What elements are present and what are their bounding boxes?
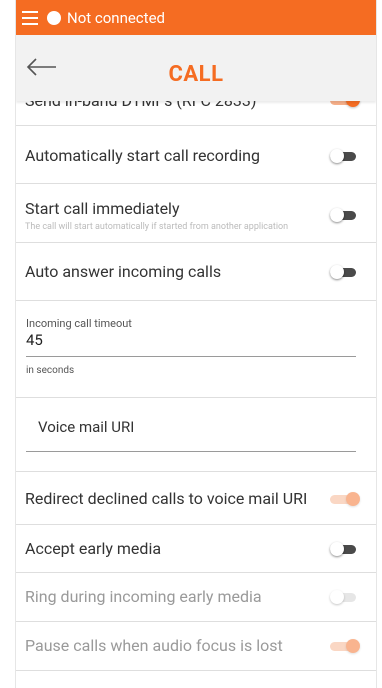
setting-early-media-label: Accept early media — [25, 539, 162, 558]
pause-focus-toggle[interactable] — [330, 639, 360, 653]
setting-auto-answer[interactable]: Auto answer incoming calls — [16, 243, 376, 301]
toolbar: CALL — [16, 35, 376, 101]
setting-early-media[interactable]: Accept early media — [16, 525, 376, 573]
setting-start-immediately-label: Start call immediately — [25, 199, 180, 218]
setting-dtmf[interactable]: Send in-band DTMFs (RFC 2833) — [16, 91, 376, 126]
setting-pause-focus-label: Pause calls when audio focus is lost — [25, 636, 283, 655]
setting-start-immediately-sub: The call will start automatically if sta… — [25, 222, 289, 232]
app-frame: Not connected CALL Send in-band DTMFs (R… — [15, 0, 377, 688]
setting-auto-answer-label: Auto answer incoming calls — [25, 262, 222, 281]
timeout-hint: in seconds — [26, 365, 75, 376]
auto-record-toggle[interactable] — [330, 149, 358, 163]
connection-status-icon — [47, 10, 61, 25]
connection-status-text: Not connected — [67, 8, 165, 27]
ring-early-toggle[interactable] — [330, 590, 358, 604]
setting-ring-early-label: Ring during incoming early media — [25, 587, 262, 606]
setting-redirect-label: Redirect declined calls to voice mail UR… — [25, 489, 308, 508]
settings-list: Send in-band DTMFs (RFC 2833) Automatica… — [16, 91, 376, 671]
timeout-field-label: Incoming call timeout — [26, 317, 132, 330]
page-title: CALL — [168, 62, 224, 87]
setting-redirect[interactable]: Redirect declined calls to voice mail UR… — [16, 472, 376, 525]
voicemail-underline — [26, 451, 356, 452]
setting-ring-early[interactable]: Ring during incoming early media — [16, 573, 376, 622]
voicemail-input[interactable]: Voice mail URI — [38, 418, 134, 436]
setting-pause-focus[interactable]: Pause calls when audio focus is lost — [16, 622, 376, 671]
timeout-underline — [26, 356, 356, 357]
redirect-toggle[interactable] — [330, 492, 360, 506]
early-media-toggle[interactable] — [330, 542, 358, 556]
incoming-timeout-block: Incoming call timeout 45 in seconds — [16, 301, 376, 398]
timeout-input[interactable]: 45 — [26, 331, 43, 349]
setting-auto-record[interactable]: Automatically start call recording — [16, 126, 376, 184]
start-immediately-toggle[interactable] — [330, 208, 358, 222]
setting-auto-record-label: Automatically start call recording — [25, 146, 260, 165]
voicemail-block: Voice mail URI — [16, 398, 376, 472]
status-bar: Not connected — [16, 0, 376, 35]
auto-answer-toggle[interactable] — [330, 265, 358, 279]
setting-start-immediately[interactable]: Start call immediately The call will sta… — [16, 184, 376, 243]
menu-icon[interactable] — [22, 10, 38, 25]
